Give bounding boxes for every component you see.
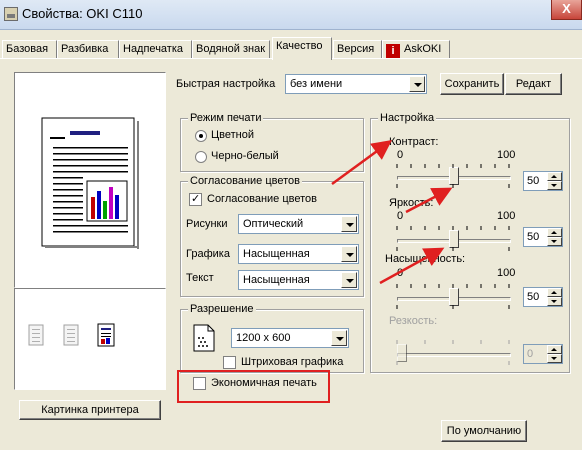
tab-quality[interactable]: Качество [272, 37, 332, 60]
arrow-saturation-icon [379, 247, 445, 285]
arrow-contrast-icon [331, 140, 393, 186]
annotation-arrows [331, 140, 453, 285]
arrow-brightness-icon [405, 187, 453, 214]
defaults-button[interactable]: По умолчанию [441, 420, 527, 442]
